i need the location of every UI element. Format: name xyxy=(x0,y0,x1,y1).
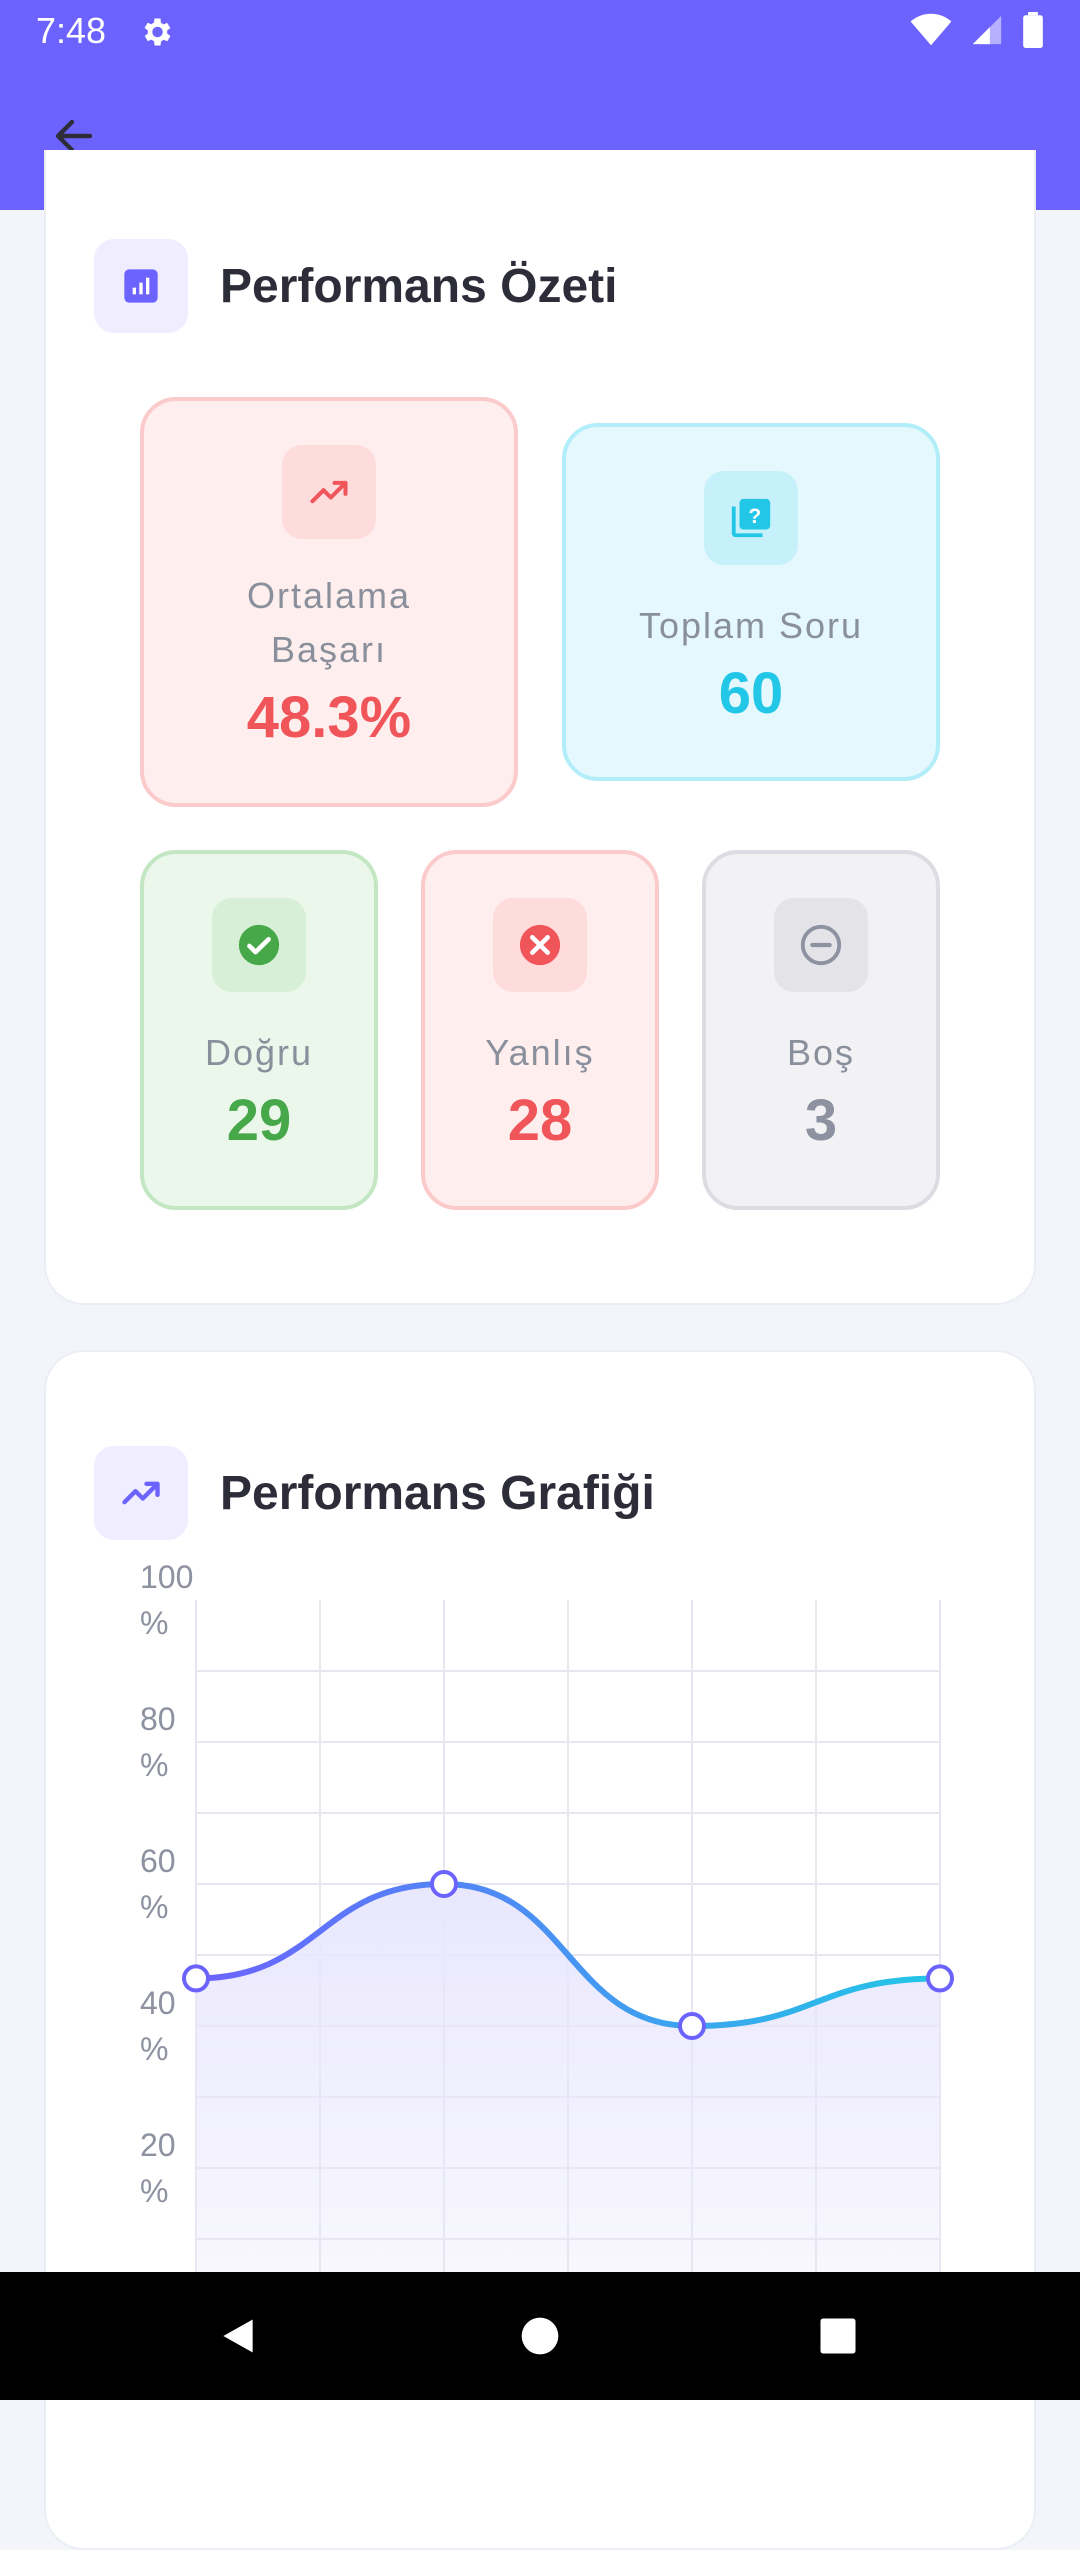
circle-home-icon xyxy=(521,2317,559,2355)
svg-text:?: ? xyxy=(748,505,761,528)
triangle-back-icon xyxy=(223,2319,253,2353)
chart-header: Performans Grafiği xyxy=(94,1445,655,1541)
correct-card: Doğru 29 xyxy=(140,850,378,1210)
wrong-label: Yanlış xyxy=(485,1032,595,1073)
summary-title: Performans Özeti xyxy=(220,259,618,313)
total-questions-value: 60 xyxy=(718,661,784,726)
average-success-card: Ortalama Başarı 48.3% xyxy=(140,397,518,807)
nav-back-button[interactable] xyxy=(206,2304,270,2368)
empty-value: 3 xyxy=(804,1088,838,1153)
total-questions-label: Toplam Soru xyxy=(638,605,864,646)
average-success-value: 48.3% xyxy=(246,685,412,750)
square-recents-icon xyxy=(820,2318,856,2354)
status-bar: 7:48 xyxy=(0,0,1080,62)
status-time: 7:48 xyxy=(36,10,107,51)
nav-home-button[interactable] xyxy=(508,2304,572,2368)
remove-circle-icon xyxy=(774,898,868,992)
cancel-circle-icon xyxy=(493,898,587,992)
trending-up-icon xyxy=(282,445,376,539)
wrong-value: 28 xyxy=(507,1088,573,1153)
empty-label: Boş xyxy=(786,1032,856,1073)
empty-card: Boş 3 xyxy=(702,850,940,1210)
summary-header: Performans Özeti xyxy=(94,238,617,334)
battery-icon xyxy=(1022,11,1044,53)
check-circle-icon xyxy=(212,898,306,992)
navigation-bar xyxy=(0,2272,1080,2400)
wrong-card: Yanlış 28 xyxy=(421,850,659,1210)
chart-title: Performans Grafiği xyxy=(220,1466,655,1520)
bar-chart-icon xyxy=(94,239,188,333)
trending-up-icon xyxy=(94,1446,188,1540)
total-questions-card: ? Toplam Soru 60 xyxy=(562,423,940,781)
wifi-icon xyxy=(910,13,952,52)
question-library-icon: ? xyxy=(704,471,798,565)
settings-icon xyxy=(138,14,174,50)
signal-icon xyxy=(970,13,1004,52)
correct-value: 29 xyxy=(226,1088,292,1153)
nav-recents-button[interactable] xyxy=(806,2304,870,2368)
correct-label: Doğru xyxy=(204,1032,314,1073)
average-success-label: Ortalama Başarı xyxy=(246,575,412,670)
